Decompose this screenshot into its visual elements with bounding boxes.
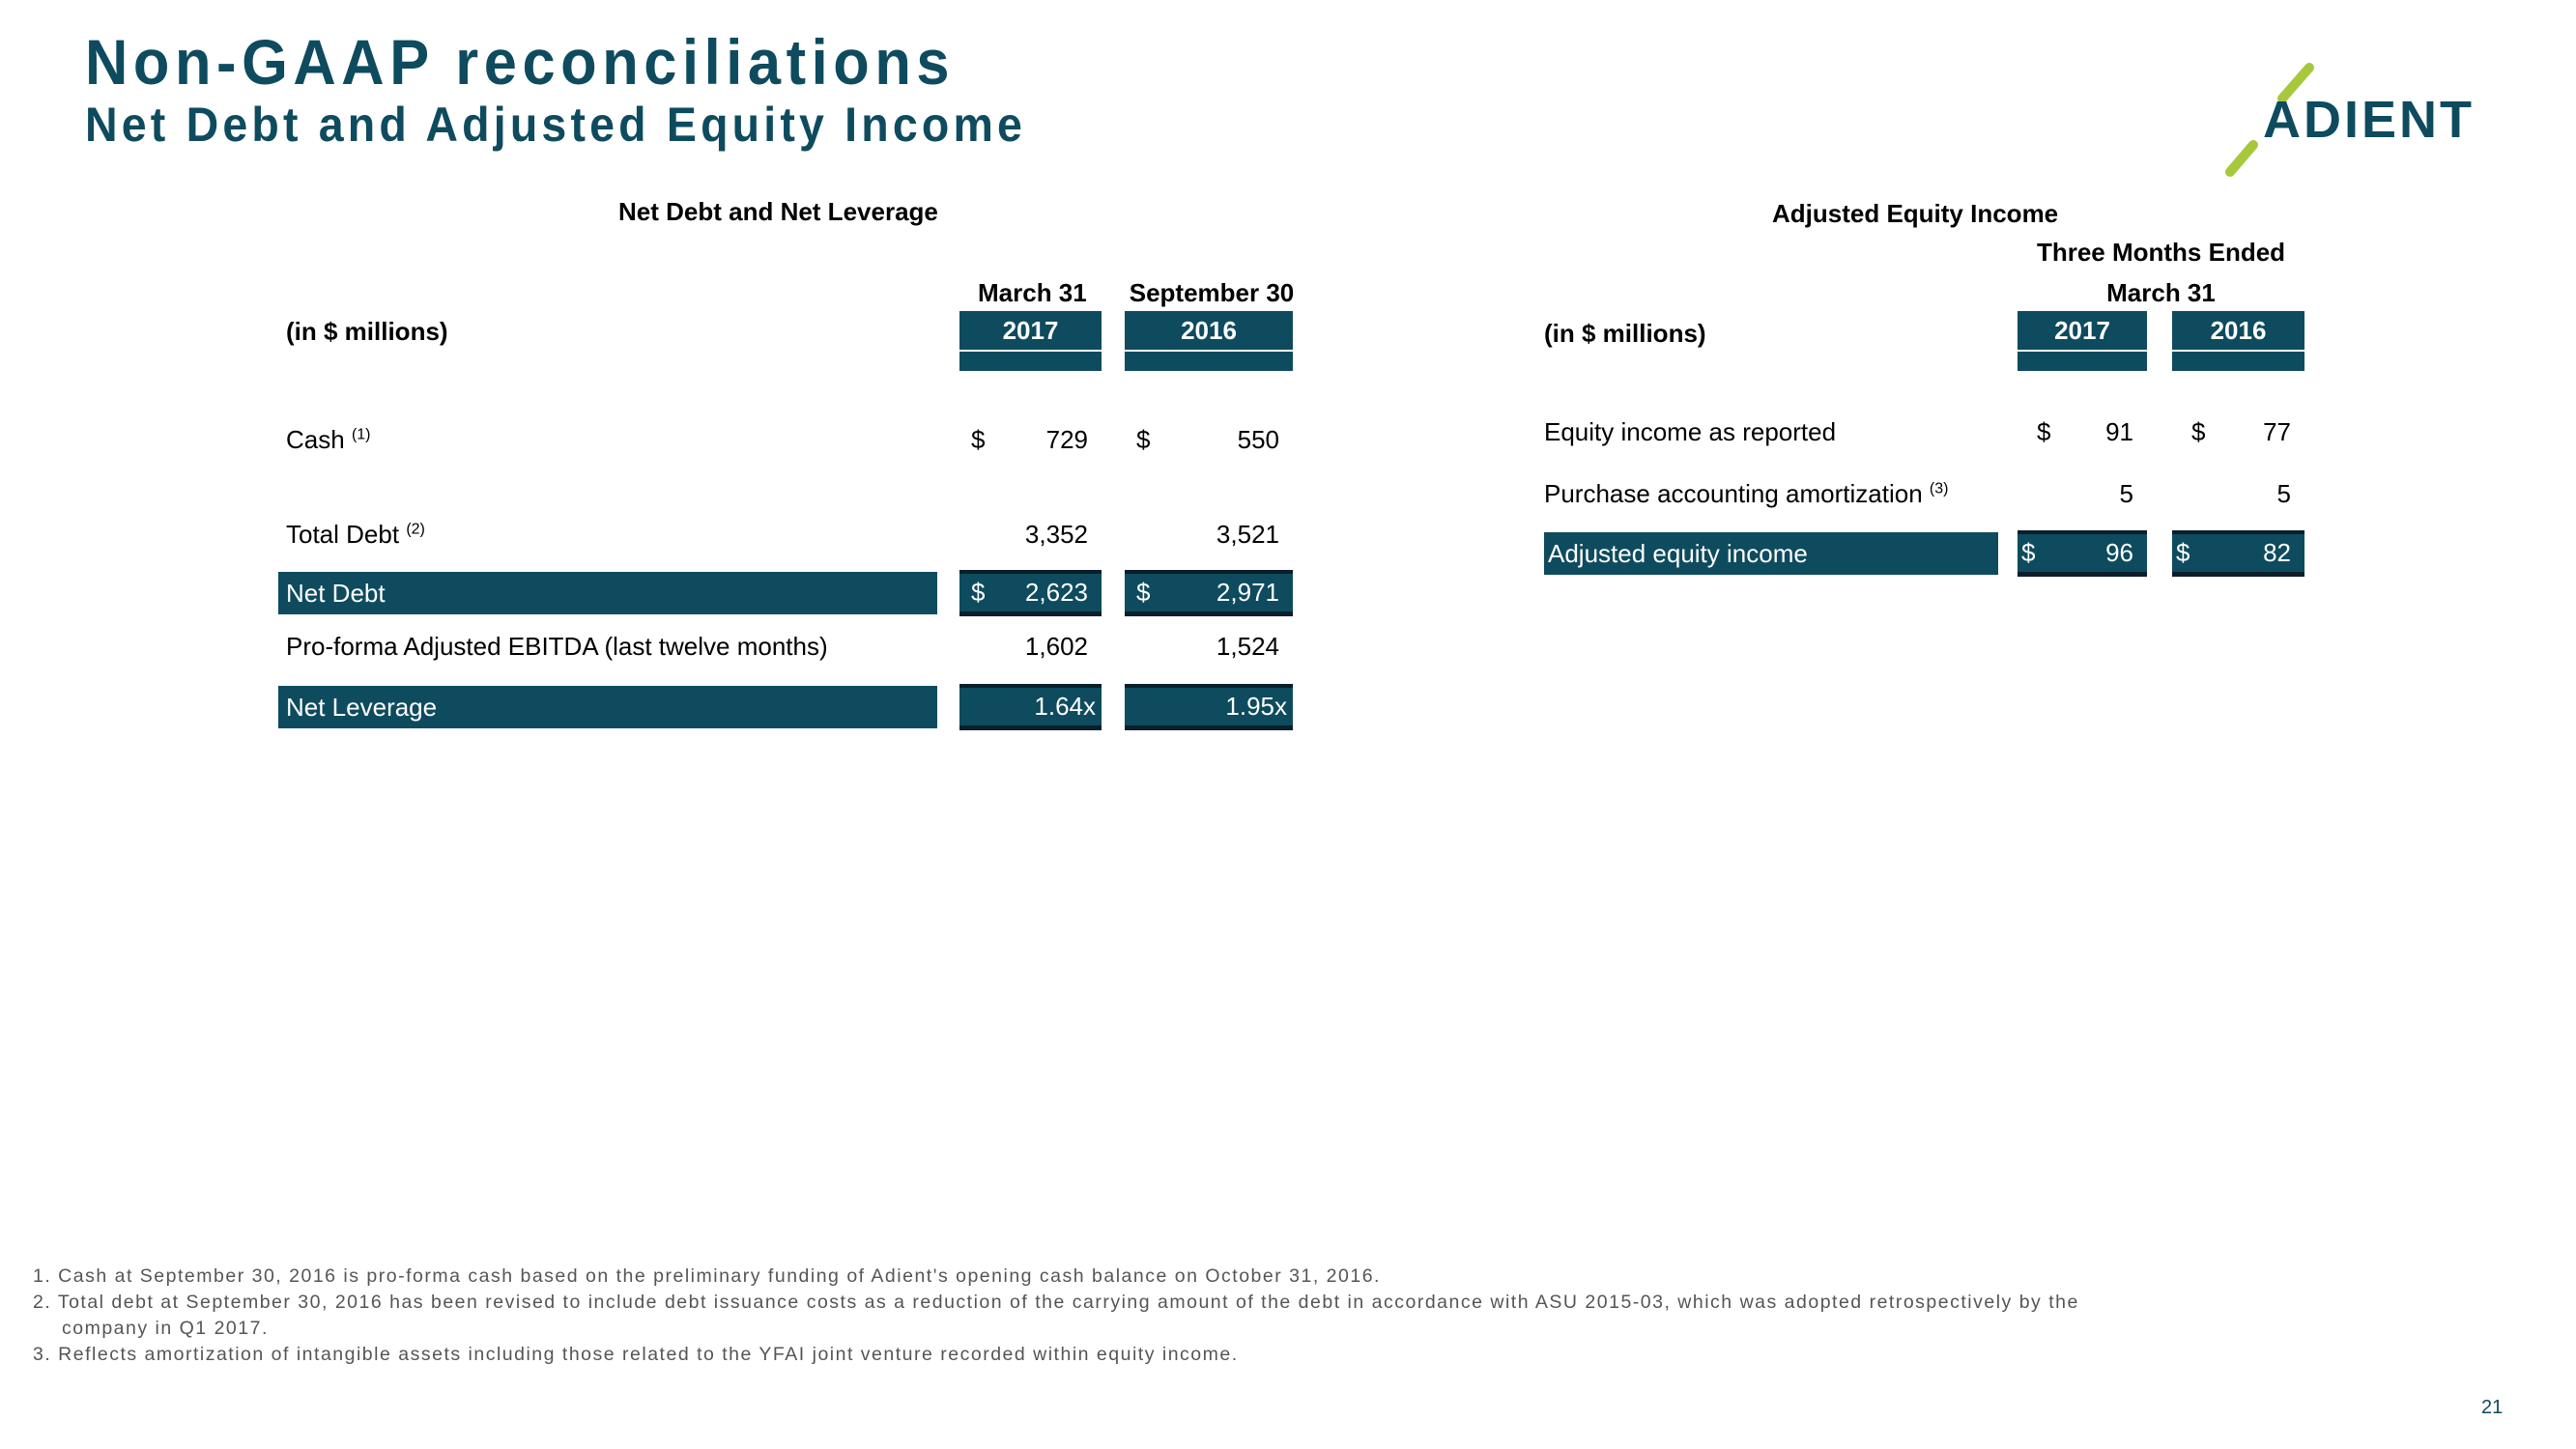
page-number: 21 — [2481, 1397, 2504, 1418]
adient-logo: ADIENT — [2213, 58, 2522, 184]
year-label: 2016 — [2172, 311, 2304, 352]
table-row-label: Purchase accounting amortization (3) — [1544, 479, 1949, 508]
cell-cash-2016: $550 — [1136, 425, 1279, 454]
cell-net-leverage-2016: 1.95x — [1125, 684, 1293, 730]
col-period-march: March 31 — [978, 278, 1087, 307]
table-row-label: Cash (1) — [286, 425, 371, 454]
net-debt-table-caption: Net Debt and Net Leverage — [618, 197, 938, 226]
equity-table-caption: Adjusted Equity Income — [1772, 199, 2059, 228]
cell-total-debt-2016: 3,521 — [1216, 520, 1279, 549]
table-row-label: Equity income as reported — [1544, 417, 1837, 446]
cell-amortization-2017: 5 — [2119, 479, 2133, 508]
adjusted-equity-income-row-label: Adjusted equity income — [1544, 532, 1998, 575]
table-row-label: Total Debt (2) — [286, 520, 425, 549]
units-label: (in $ millions) — [286, 317, 448, 346]
page-title: Non-GAAP reconciliations — [85, 26, 956, 98]
cell-adjusted-equity-2017: $96 — [2018, 530, 2147, 577]
col-header-2017: 2017 — [959, 311, 1102, 371]
page-subtitle: Net Debt and Adjusted Equity Income — [85, 98, 1027, 152]
footnote-2: 2. Total debt at September 30, 2016 has … — [33, 1292, 2079, 1313]
table-row-label: Pro-forma Adjusted EBITDA (last twelve m… — [286, 632, 828, 661]
cell-net-debt-2017: $2,623 — [959, 570, 1102, 616]
period-line-2: March 31 — [2106, 278, 2216, 307]
logo-slash-bottom-icon — [2225, 140, 2258, 177]
cell-adjusted-equity-2016: $82 — [2172, 530, 2304, 577]
cell-net-leverage-2017: 1.64x — [959, 684, 1102, 730]
footnotes: 1. Cash at September 30, 2016 is pro-for… — [33, 1264, 2079, 1368]
cell-equity-reported-2017: $91 — [2037, 417, 2133, 446]
col-period-september: September 30 — [1129, 278, 1295, 307]
cell-ebitda-2016: 1,524 — [1216, 632, 1279, 661]
col-header-2016: 2016 — [1125, 311, 1293, 371]
cell-ebitda-2017: 1,602 — [1024, 632, 1088, 661]
footnote-3: 3. Reflects amortization of intangible a… — [33, 1344, 1239, 1365]
equity-col-header-2017: 2017 — [2018, 311, 2147, 371]
footnote-1: 1. Cash at September 30, 2016 is pro-for… — [33, 1265, 1381, 1287]
cell-total-debt-2017: 3,352 — [1024, 520, 1088, 549]
logo-wordmark: ADIENT — [2263, 91, 2475, 149]
year-label: 2017 — [959, 311, 1102, 352]
year-label: 2016 — [1125, 311, 1293, 352]
net-leverage-row-label: Net Leverage — [278, 686, 937, 728]
cell-net-debt-2016: $2,971 — [1125, 570, 1293, 616]
year-label: 2017 — [2018, 311, 2147, 352]
cell-amortization-2016: 5 — [2276, 479, 2291, 508]
cell-equity-reported-2016: $77 — [2191, 417, 2291, 446]
net-debt-row-label: Net Debt — [278, 572, 937, 614]
period-line-1: Three Months Ended — [2036, 238, 2286, 267]
footnote-2-continued: company in Q1 2017. — [62, 1318, 269, 1339]
cell-cash-2017: $729 — [971, 425, 1088, 454]
equity-col-header-2016: 2016 — [2172, 311, 2304, 371]
equity-units-label: (in $ millions) — [1544, 319, 1706, 348]
